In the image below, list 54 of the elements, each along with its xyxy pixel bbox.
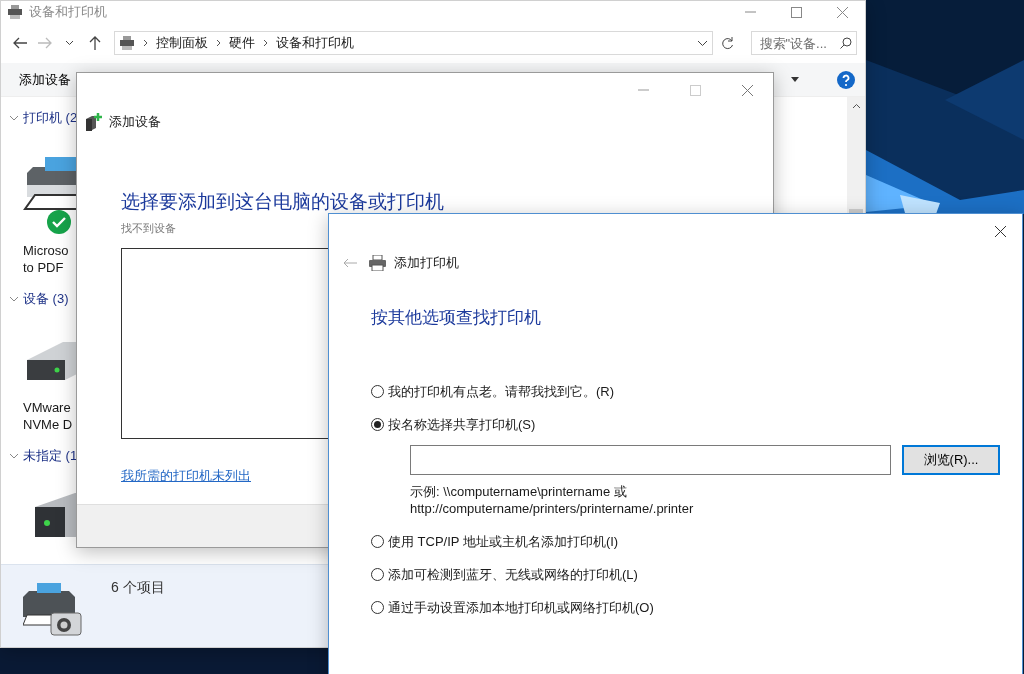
radio-option[interactable]: 使用 TCP/IP 地址或主机名添加打印机(I) [371, 525, 1022, 558]
radio-button[interactable] [371, 418, 384, 431]
control-panel-icon [7, 5, 23, 19]
minimize-icon [744, 11, 756, 13]
item-count: 6 个项目 [111, 579, 165, 597]
dialog-title: 添加打印机 [394, 254, 459, 272]
up-arrow-icon [89, 36, 102, 50]
printer-icon [369, 255, 386, 271]
dialog-heading: 选择要添加到这台电脑的设备或打印机 [121, 190, 445, 214]
toolbar-button[interactable]: 添加设备 [19, 70, 71, 89]
dialog-heading: 按其他选项查找打印机 [371, 307, 542, 329]
printer-name-field[interactable] [410, 445, 891, 475]
close-icon [836, 6, 848, 18]
help-icon[interactable] [837, 70, 855, 89]
close-icon [994, 225, 1006, 237]
radio-button[interactable] [371, 601, 384, 614]
back-arrow-icon [12, 37, 27, 49]
breadcrumb-item[interactable]: 硬件 [228, 34, 255, 52]
maximize-icon [689, 84, 701, 96]
breadcrumb-item[interactable]: 控制面板 [155, 34, 208, 52]
radio-button[interactable] [371, 385, 384, 398]
close-icon [741, 84, 753, 96]
chevron-right-icon [142, 39, 148, 47]
caret-icon [65, 40, 75, 46]
status-message: 找不到设备 [121, 221, 177, 236]
chevron-down-icon[interactable] [697, 39, 709, 47]
printer-not-listed-link[interactable]: 我所需的打印机未列出 [121, 468, 251, 483]
minimize-icon [637, 89, 649, 91]
radio-option[interactable]: 添加可检测到蓝牙、无线或网络的打印机(L) [371, 558, 1022, 591]
breadcrumb-item[interactable]: 设备和打印机 [275, 34, 354, 52]
forward-arrow-icon [37, 37, 52, 49]
add-device-icon [85, 113, 103, 131]
radio-button[interactable] [371, 535, 384, 548]
dialog-title: 添加设备 [109, 113, 161, 131]
radio-button[interactable] [371, 568, 384, 581]
search-icon [840, 37, 852, 49]
printer-camera-icon [23, 583, 85, 639]
chevron-right-icon [215, 39, 221, 47]
back-arrow-icon [343, 258, 357, 268]
control-panel-icon [118, 36, 135, 50]
scroll-up-icon[interactable] [851, 103, 861, 109]
radio-option[interactable]: 我的打印机有点老。请帮我找到它。(R) [371, 375, 1022, 408]
caret-icon[interactable] [791, 77, 799, 82]
example-text: 示例: \\computername\printername 或 http://computername/printers/printername/.printer [409, 483, 695, 517]
radio-option[interactable]: 通过手动设置添加本地打印机或网络打印机(O) [371, 591, 1022, 624]
radio-option[interactable]: 按名称选择共享打印机(S) [371, 408, 1022, 441]
window-title: 设备和打印机 [29, 3, 107, 21]
address-bar[interactable]: 控制面板 硬件 设备和打印机 [113, 31, 714, 55]
browse-button[interactable]: 浏览(R)... [902, 445, 1000, 475]
group-header[interactable]: 设备 (3) [9, 288, 69, 310]
maximize-icon [790, 6, 802, 18]
search-field[interactable]: 搜索"设备... [750, 31, 857, 55]
refresh-icon [721, 36, 735, 50]
chevron-right-icon [262, 39, 268, 47]
